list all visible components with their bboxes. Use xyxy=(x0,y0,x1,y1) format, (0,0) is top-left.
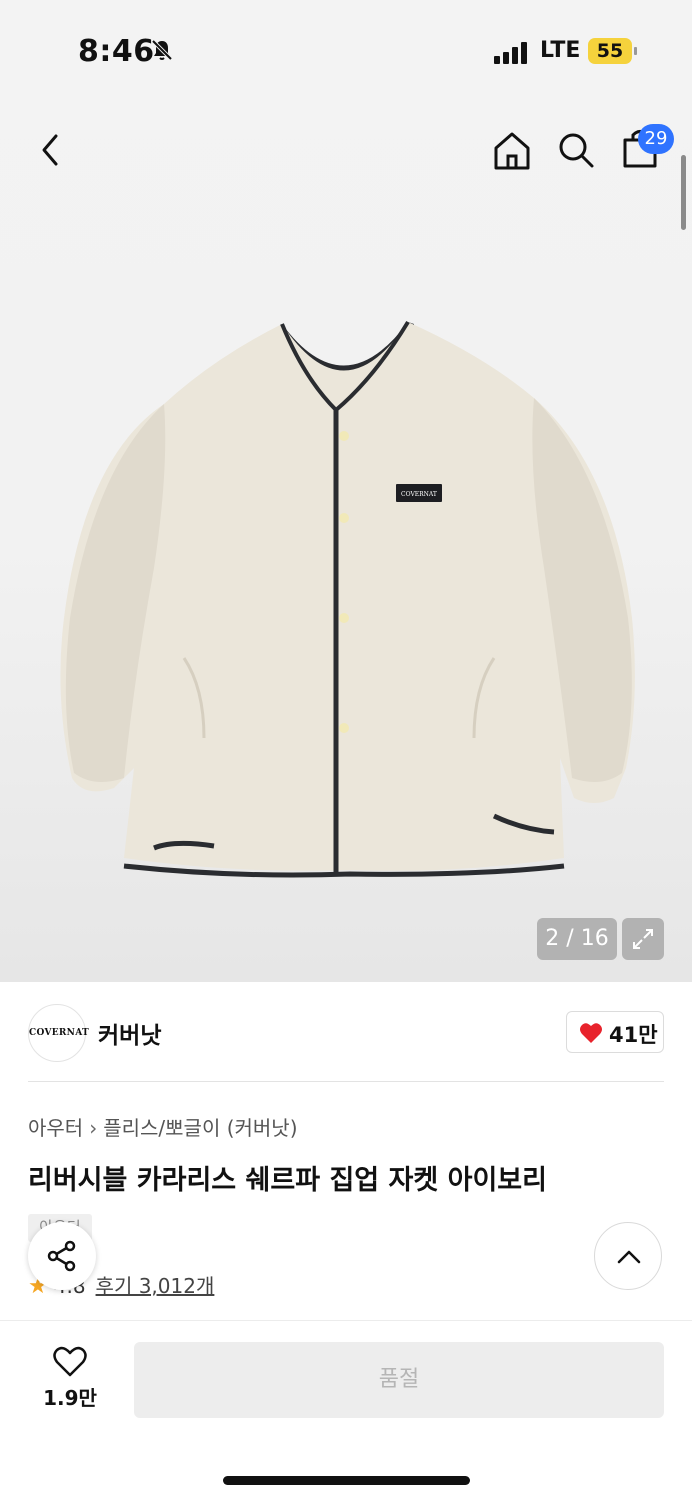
breadcrumb: 아우터 › 플리스/뽀글이 (커버낫) xyxy=(28,1112,298,1141)
search-icon[interactable] xyxy=(556,130,596,170)
brand-logo[interactable]: COVERNAT xyxy=(28,1004,89,1062)
wishlist-count: 1.9만 xyxy=(43,1386,97,1410)
sold-out-button[interactable]: 품절 xyxy=(134,1342,664,1418)
brand-like-count: 41만 xyxy=(609,1023,658,1047)
chevron-right-icon: › xyxy=(89,1116,98,1140)
jacket-brand-label: COVERNAT xyxy=(401,491,437,498)
bell-muted-icon xyxy=(151,39,173,61)
battery-cap xyxy=(634,47,637,55)
gallery-counter: 2 / 16 xyxy=(537,918,617,960)
home-icon[interactable] xyxy=(490,128,534,172)
heart-filled-icon xyxy=(580,1023,602,1043)
cart-count-badge: 29 xyxy=(638,124,674,154)
breadcrumb-category[interactable]: 아우터 xyxy=(28,1116,83,1140)
wishlist-button[interactable]: 1.9만 xyxy=(40,1346,100,1411)
home-indicator[interactable] xyxy=(223,1476,470,1485)
scroll-to-top-button[interactable] xyxy=(594,1222,662,1290)
brand-name[interactable]: 커버낫 xyxy=(98,1016,161,1050)
product-photo-jacket: COVERNAT xyxy=(60,320,635,878)
expand-icon xyxy=(633,929,653,949)
scrollbar[interactable] xyxy=(681,155,686,230)
chevron-up-icon xyxy=(617,1250,641,1264)
product-title: 리버시블 카라리스 쉐르파 집업 자켓 아이보리 xyxy=(28,1165,547,1196)
share-icon xyxy=(47,1240,76,1272)
brand-like-button[interactable]: 41만 xyxy=(566,1011,664,1053)
network-label: LTE xyxy=(540,38,581,63)
back-arrow-icon[interactable] xyxy=(36,130,64,170)
status-bar: 8:46 LTE 55 xyxy=(0,0,692,100)
signal-icon xyxy=(494,42,527,64)
expand-button[interactable] xyxy=(622,918,664,960)
status-time: 8:46 xyxy=(78,34,155,69)
share-button[interactable] xyxy=(28,1222,96,1290)
heart-outline-icon xyxy=(53,1346,87,1377)
divider xyxy=(28,1081,664,1082)
review-count-link[interactable]: 후기 3,012개 xyxy=(96,1274,215,1298)
breadcrumb-subcategory[interactable]: 플리스/뽀글이 (커버낫) xyxy=(103,1116,297,1140)
battery-indicator: 55 xyxy=(588,38,632,64)
